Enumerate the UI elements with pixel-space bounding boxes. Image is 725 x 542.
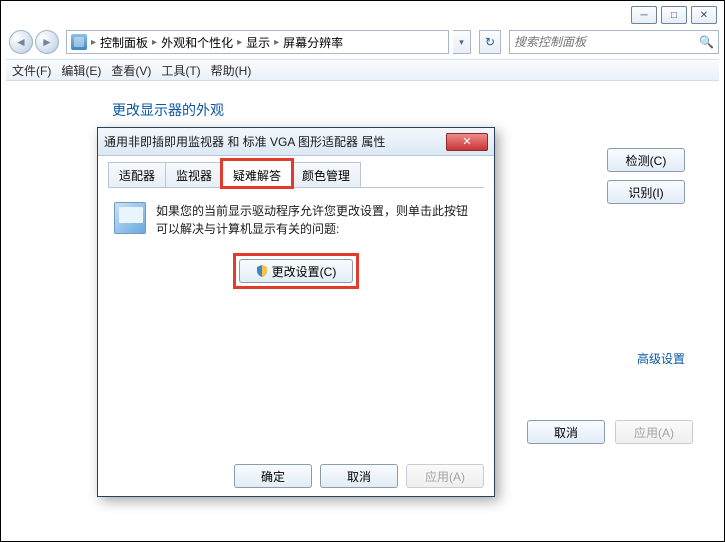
menu-tools[interactable]: 工具(T) xyxy=(161,62,200,79)
tab-adapter[interactable]: 适配器 xyxy=(108,162,166,187)
search-input[interactable] xyxy=(514,35,699,49)
advanced-settings-link[interactable]: 高级设置 xyxy=(637,350,685,367)
address-dropdown-button[interactable]: ▾ xyxy=(453,30,471,54)
dialog-apply-button: 应用(A) xyxy=(406,464,484,488)
dialog-title: 通用非即插即用监视器 和 标准 VGA 图形适配器 属性 xyxy=(104,133,446,150)
control-panel-icon xyxy=(71,34,87,50)
page-title: 更改显示器的外观 xyxy=(112,100,693,120)
dialog-ok-button[interactable]: 确定 xyxy=(234,464,312,488)
nav-forward-button[interactable]: ► xyxy=(35,30,59,54)
breadcrumb[interactable]: ▸ 控制面板 ▸ 外观和个性化 ▸ 显示 ▸ 屏幕分辨率 xyxy=(66,30,449,54)
troubleshoot-text: 如果您的当前显示驱动程序允许您更改设置，则单击此按钮 可以解决与计算机显示有关的… xyxy=(156,202,468,238)
cancel-button[interactable]: 取消 xyxy=(527,420,605,444)
identify-button[interactable]: 识别(I) xyxy=(607,180,685,204)
search-icon: 🔍 xyxy=(699,35,714,49)
close-button[interactable]: ✕ xyxy=(691,6,717,24)
tab-troubleshoot[interactable]: 疑难解答 xyxy=(222,160,292,187)
breadcrumb-item[interactable]: 控制面板 xyxy=(100,34,148,51)
breadcrumb-item[interactable]: 屏幕分辨率 xyxy=(283,34,343,51)
apply-button: 应用(A) xyxy=(615,420,693,444)
breadcrumb-item[interactable]: 显示 xyxy=(246,34,270,51)
breadcrumb-item[interactable]: 外观和个性化 xyxy=(161,34,233,51)
menubar: 文件(F) 编辑(E) 查看(V) 工具(T) 帮助(H) xyxy=(6,59,719,81)
minimize-button[interactable]: ─ xyxy=(631,6,657,24)
properties-dialog: 通用非即插即用监视器 和 标准 VGA 图形适配器 属性 ✕ 适配器 监视器 疑… xyxy=(97,127,495,497)
tab-monitor[interactable]: 监视器 xyxy=(165,162,223,187)
chevron-right-icon: ▸ xyxy=(237,37,242,48)
chevron-right-icon: ▸ xyxy=(152,37,157,48)
menu-view[interactable]: 查看(V) xyxy=(111,62,151,79)
dialog-close-button[interactable]: ✕ xyxy=(446,133,488,151)
monitor-icon xyxy=(114,202,146,234)
menu-file[interactable]: 文件(F) xyxy=(12,62,51,79)
chevron-right-icon: ▸ xyxy=(274,37,279,48)
search-input-wrap[interactable]: 🔍 xyxy=(509,30,719,54)
maximize-button[interactable]: □ xyxy=(661,6,687,24)
chevron-right-icon: ▸ xyxy=(91,37,96,48)
change-settings-label: 更改设置(C) xyxy=(272,263,337,280)
menu-help[interactable]: 帮助(H) xyxy=(211,62,252,79)
refresh-button[interactable]: ↻ xyxy=(479,30,501,54)
dialog-cancel-button[interactable]: 取消 xyxy=(320,464,398,488)
detect-button[interactable]: 检测(C) xyxy=(607,148,685,172)
tab-color-management[interactable]: 颜色管理 xyxy=(291,162,361,187)
change-settings-button[interactable]: 更改设置(C) xyxy=(239,259,353,283)
nav-back-button[interactable]: ◄ xyxy=(9,30,33,54)
menu-edit[interactable]: 编辑(E) xyxy=(61,62,101,79)
shield-icon xyxy=(256,265,268,277)
dialog-titlebar[interactable]: 通用非即插即用监视器 和 标准 VGA 图形适配器 属性 ✕ xyxy=(98,128,494,156)
